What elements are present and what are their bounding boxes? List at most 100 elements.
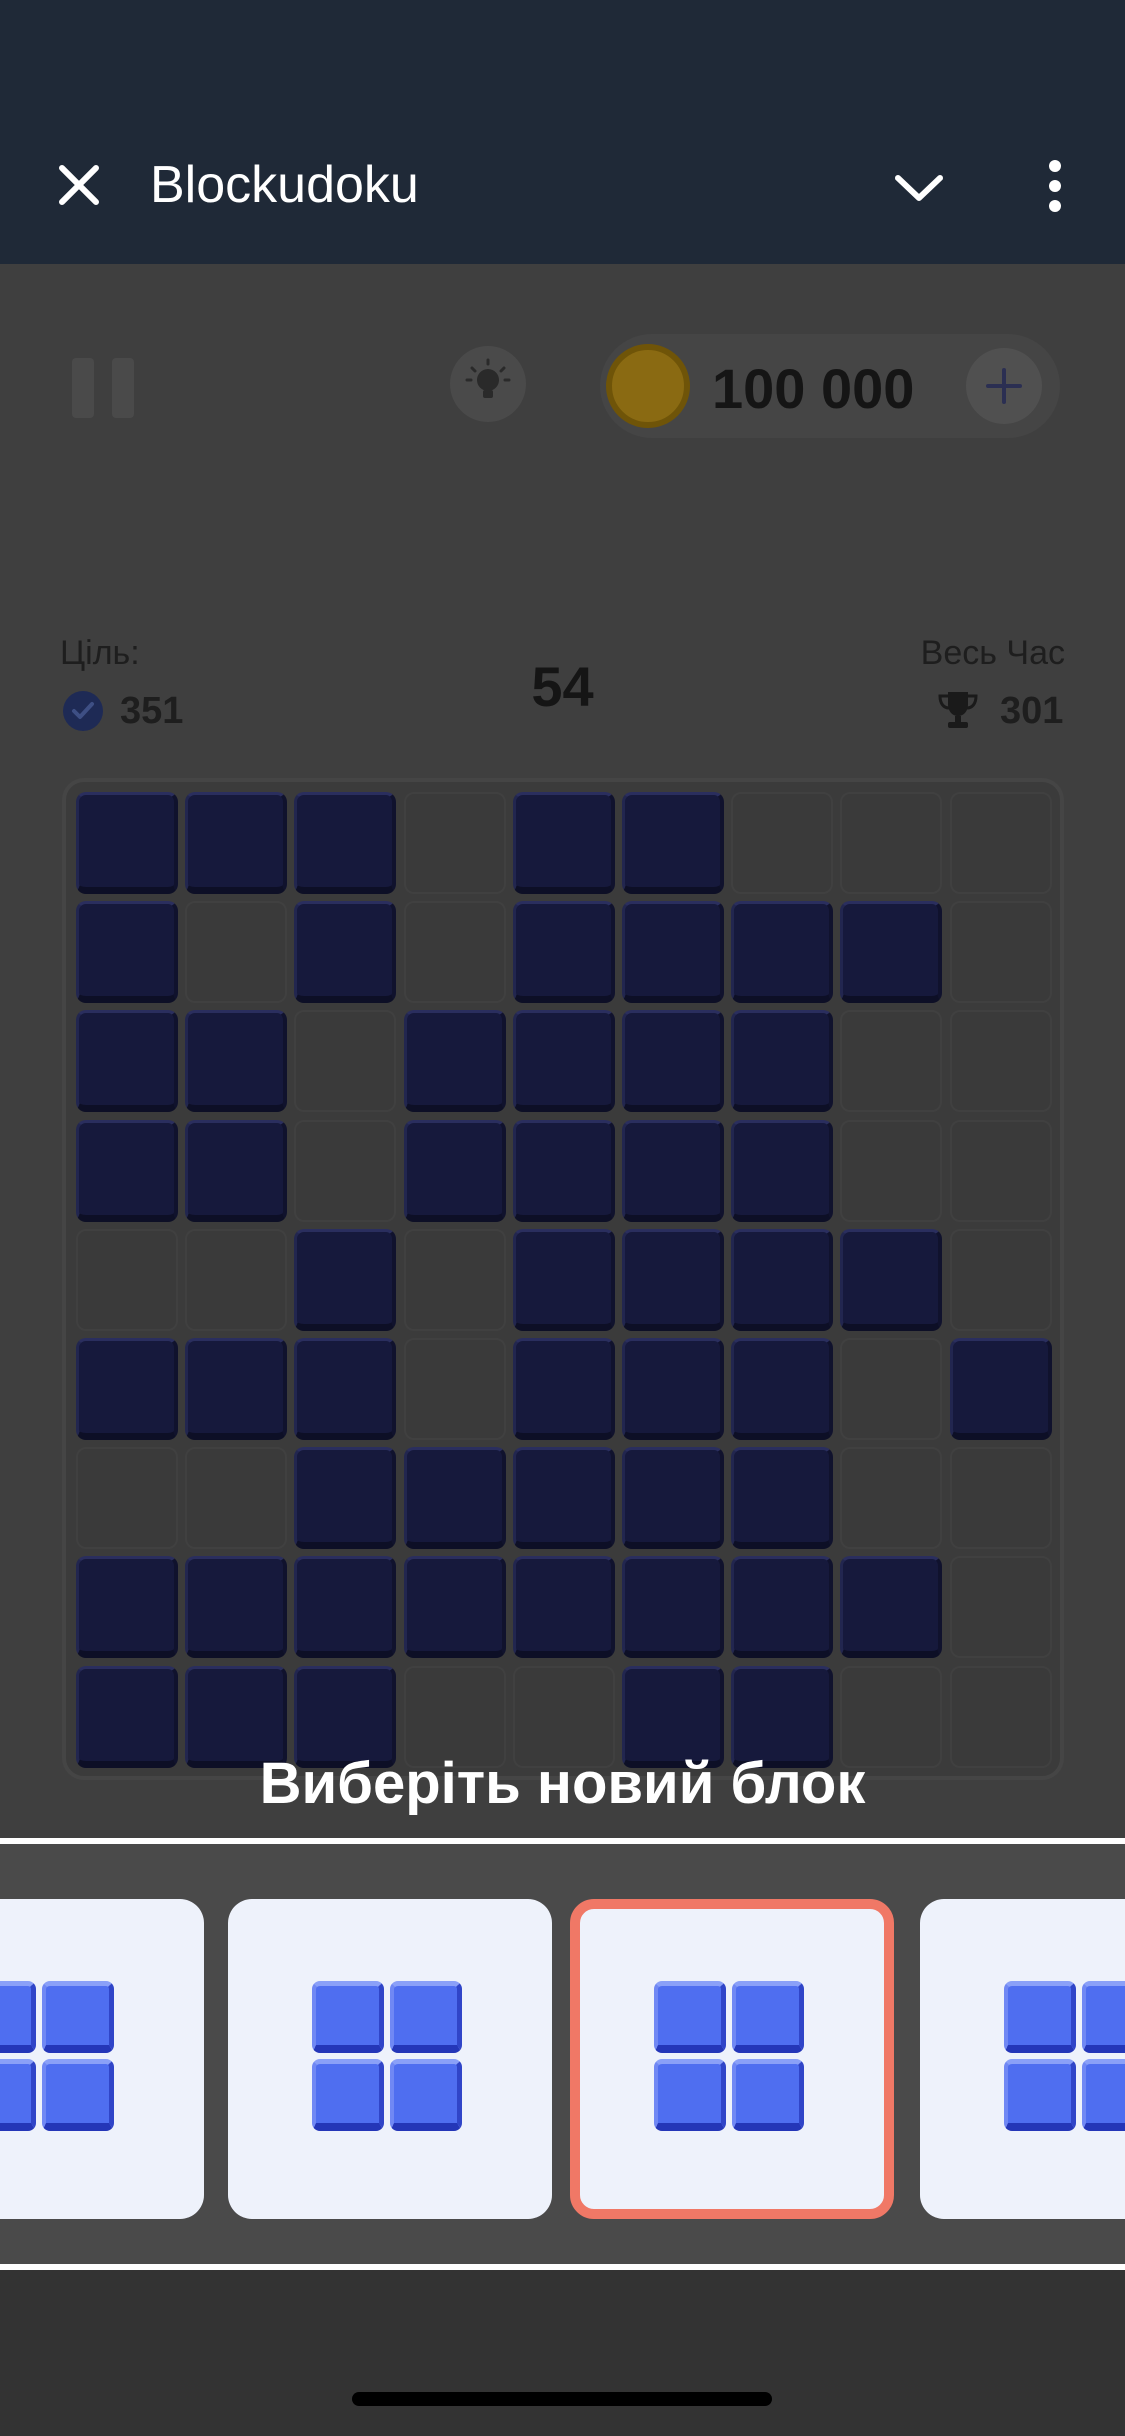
board-cell-empty[interactable] — [949, 1119, 1052, 1222]
board-cell-filled[interactable] — [622, 792, 724, 894]
board-cell-filled[interactable] — [185, 1556, 288, 1659]
best-label: Весь Час — [920, 634, 1065, 672]
board-cell-empty[interactable] — [403, 901, 506, 1004]
board-cell-empty[interactable] — [840, 1119, 943, 1222]
more-vertical-icon[interactable] — [1045, 160, 1065, 212]
close-icon[interactable] — [54, 160, 104, 210]
board-cell-empty[interactable] — [949, 1010, 1052, 1113]
board-cell-empty[interactable] — [185, 1447, 288, 1550]
board-cell-empty[interactable] — [949, 792, 1052, 894]
board-cell-empty[interactable] — [840, 1447, 943, 1550]
board-cell-filled[interactable] — [840, 901, 943, 1004]
board-cell-empty[interactable] — [76, 1228, 178, 1331]
board-cell-filled[interactable] — [403, 1447, 506, 1550]
board-cell-filled[interactable] — [76, 901, 178, 1004]
board-cell-filled[interactable] — [949, 1338, 1052, 1440]
board-cell-filled[interactable] — [76, 1556, 178, 1659]
block-piece-square — [1082, 2059, 1125, 2131]
board-cell-filled[interactable] — [185, 792, 288, 894]
board-cell-filled[interactable] — [512, 792, 615, 894]
board-cell-filled[interactable] — [840, 1228, 943, 1331]
board-cell-filled[interactable] — [731, 1228, 834, 1331]
board-cell-filled[interactable] — [294, 1338, 397, 1440]
board-cell-filled[interactable] — [76, 1119, 178, 1222]
board-cell-empty[interactable] — [731, 792, 834, 894]
board-cell-filled[interactable] — [622, 1338, 724, 1440]
board-cell-empty[interactable] — [949, 1228, 1052, 1331]
block-tray[interactable] — [0, 1838, 1125, 2270]
board-cell-filled[interactable] — [512, 1119, 615, 1222]
board-cell-filled[interactable] — [512, 1228, 615, 1331]
board-cell-filled[interactable] — [294, 901, 397, 1004]
board-cell-empty[interactable] — [294, 1119, 397, 1222]
block-piece-square — [732, 2059, 804, 2131]
hint-button[interactable] — [450, 346, 526, 422]
board-cell-empty[interactable] — [949, 901, 1052, 1004]
board-cell-filled[interactable] — [403, 1556, 506, 1659]
board-cell-filled[interactable] — [294, 1228, 397, 1331]
board-cell-filled[interactable] — [512, 1338, 615, 1440]
board-cell-filled[interactable] — [294, 792, 397, 894]
board-cell-filled[interactable] — [403, 1010, 506, 1113]
board-cell-filled[interactable] — [185, 1010, 288, 1113]
board-cell-filled[interactable] — [294, 1556, 397, 1659]
plus-icon[interactable] — [966, 348, 1042, 424]
board-cell-empty[interactable] — [76, 1447, 178, 1550]
board-cell-filled[interactable] — [294, 1447, 397, 1550]
board-cell-filled[interactable] — [731, 1447, 834, 1550]
board-cell-filled[interactable] — [622, 1119, 724, 1222]
coin-count: 100 000 — [712, 357, 915, 420]
board-cell-filled[interactable] — [76, 1338, 178, 1440]
board-cell-empty[interactable] — [403, 1338, 506, 1440]
board-cell-filled[interactable] — [512, 901, 615, 1004]
block-option-card[interactable] — [228, 1899, 552, 2219]
home-indicator[interactable] — [352, 2392, 772, 2406]
app-title: Blockudoku — [150, 156, 419, 214]
board-cell-empty[interactable] — [840, 1338, 943, 1440]
board-cell-filled[interactable] — [731, 1010, 834, 1113]
block-option-card[interactable] — [920, 1899, 1125, 2219]
board-cell-empty[interactable] — [403, 1228, 506, 1331]
app-header: Blockudoku — [0, 0, 1125, 264]
board-cell-filled[interactable] — [76, 1010, 178, 1113]
chevron-down-icon[interactable] — [892, 170, 946, 206]
block-piece-square — [390, 2059, 462, 2131]
board-cell-empty[interactable] — [185, 901, 288, 1004]
board-cell-filled[interactable] — [731, 1338, 834, 1440]
board-cell-filled[interactable] — [622, 1556, 724, 1659]
pause-icon[interactable] — [66, 344, 146, 424]
block-piece-square — [390, 1981, 462, 2053]
board-cell-filled[interactable] — [731, 1556, 834, 1659]
block-option-card[interactable] — [0, 1899, 204, 2219]
block-piece-square — [312, 1981, 384, 2053]
board-cell-filled[interactable] — [512, 1447, 615, 1550]
board-cell-filled[interactable] — [731, 1119, 834, 1222]
block-piece-square — [312, 2059, 384, 2131]
board-cell-empty[interactable] — [294, 1010, 397, 1113]
block-piece-square — [1004, 2059, 1076, 2131]
board-cell-filled[interactable] — [512, 1010, 615, 1113]
board-cell-empty[interactable] — [403, 792, 506, 894]
board-cell-empty[interactable] — [949, 1447, 1052, 1550]
board-cell-filled[interactable] — [403, 1119, 506, 1222]
board-cell-filled[interactable] — [185, 1119, 288, 1222]
board-cell-filled[interactable] — [185, 1338, 288, 1440]
game-board[interactable] — [62, 778, 1064, 1780]
choose-block-prompt: Виберіть новий блок — [259, 1751, 866, 1816]
board-cell-filled[interactable] — [622, 1447, 724, 1550]
board-cell-filled[interactable] — [731, 901, 834, 1004]
board-cell-empty[interactable] — [840, 792, 943, 894]
board-cell-filled[interactable] — [622, 1010, 724, 1113]
board-cell-empty[interactable] — [185, 1228, 288, 1331]
board-cell-filled[interactable] — [622, 1228, 724, 1331]
coin-balance: 100 000 — [600, 334, 1060, 438]
board-cell-filled[interactable] — [76, 792, 178, 894]
board-cell-filled[interactable] — [512, 1556, 615, 1659]
board-cell-empty[interactable] — [840, 1010, 943, 1113]
block-piece-square — [1004, 1981, 1076, 2053]
best-value: 301 — [936, 688, 1066, 732]
board-cell-filled[interactable] — [840, 1556, 943, 1659]
board-cell-filled[interactable] — [622, 901, 724, 1004]
block-option-card[interactable] — [570, 1899, 894, 2219]
board-cell-empty[interactable] — [949, 1556, 1052, 1659]
